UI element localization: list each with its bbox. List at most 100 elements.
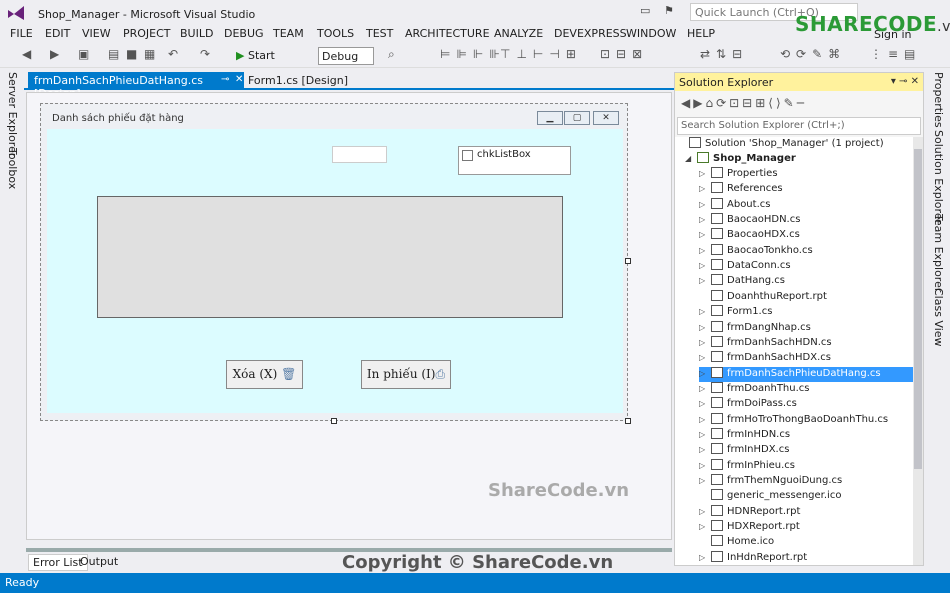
undo-icon[interactable]: ↶	[168, 47, 178, 61]
debug-tools-icon[interactable]: ⟲⟳✎⌘	[780, 47, 846, 61]
menu-test[interactable]: TEST	[366, 27, 393, 40]
solution-item[interactable]: ▷ References	[699, 182, 913, 197]
configuration-select[interactable]: Debug	[318, 47, 374, 65]
layout-align-icon[interactable]: ⊨⊫⊩⊪	[440, 47, 506, 61]
menu-window[interactable]: WINDOW	[626, 27, 676, 40]
tab-output[interactable]: Output	[76, 554, 122, 569]
form-textbox[interactable]	[332, 146, 387, 163]
solution-item[interactable]: ▷ frmThemNguoiDung.cs	[699, 474, 913, 489]
solution-scrollbar[interactable]	[913, 137, 923, 565]
collapsed-arrow-icon[interactable]: ▷	[699, 384, 711, 393]
solution-item[interactable]: ▷ frmInHDN.cs	[699, 427, 913, 443]
collapsed-arrow-icon[interactable]: ▷	[699, 399, 711, 408]
solution-item[interactable]: ▷ InHdnReport.rpt	[699, 550, 913, 566]
resize-handle-bottom[interactable]	[331, 418, 337, 424]
collapsed-arrow-icon[interactable]: ▷	[699, 230, 711, 239]
collapsed-arrow-icon[interactable]: ▷	[699, 215, 711, 224]
properties-tab[interactable]: Properties	[932, 72, 945, 128]
collapsed-arrow-icon[interactable]: ▷	[699, 522, 711, 531]
solution-item[interactable]: ▷ frmInHDX.cs	[699, 443, 913, 458]
solution-item[interactable]: ▷ HDNReport.rpt	[699, 504, 913, 520]
collapsed-arrow-icon[interactable]: ▷	[699, 276, 711, 285]
layout-order-icon[interactable]: ⇄⇅⊟	[700, 47, 748, 61]
tab-frm-danh-sach-phieu-dat-hang[interactable]: frmDanhSachPhieuDatHang.cs [Design] ⊸ ✕	[28, 72, 244, 100]
data-grid-view[interactable]	[97, 196, 563, 318]
menu-view[interactable]: VIEW	[82, 27, 111, 40]
feedback-icon[interactable]: ▭	[640, 4, 654, 18]
solution-item[interactable]: ▷ frmHoTroThongBaoDoanhThu.cs	[699, 412, 913, 428]
resize-handle-corner[interactable]	[625, 418, 631, 424]
solution-item[interactable]: ▷ Properties	[699, 167, 913, 182]
solution-item[interactable]: ▷ Form1.cs	[699, 305, 913, 320]
menu-file[interactable]: FILE	[10, 27, 33, 40]
open-file-icon[interactable]: ▤	[108, 47, 119, 61]
solution-item[interactable]: ▷ BaocaoTonkho.cs	[699, 243, 913, 259]
new-project-icon[interactable]: ▣	[78, 47, 89, 61]
solution-item[interactable]: generic_messenger.ico	[699, 489, 913, 504]
notification-flag-icon[interactable]: ⚑	[664, 4, 678, 18]
solution-item[interactable]: ▷ frmDanhSachHDX.cs	[699, 351, 913, 366]
solution-item[interactable]: ▷ DatHang.cs	[699, 274, 913, 289]
menu-help[interactable]: HELP	[687, 27, 715, 40]
collapsed-arrow-icon[interactable]: ▷	[699, 338, 711, 347]
comment-icon[interactable]: ⋮≡▤	[870, 47, 921, 61]
solution-item[interactable]: ▷ BaocaoHDN.cs	[699, 213, 913, 228]
collapsed-arrow-icon[interactable]: ▷	[699, 307, 711, 316]
collapsed-arrow-icon[interactable]: ▷	[699, 261, 711, 270]
solution-item[interactable]: ▷ frmInPhieu.cs	[699, 458, 913, 474]
tab-form1-design[interactable]: Form1.cs [Design]	[248, 74, 348, 87]
solution-item[interactable]: ▷ HDXReport.rpt	[699, 520, 913, 535]
collapsed-arrow-icon[interactable]: ▷	[699, 445, 711, 454]
collapsed-arrow-icon[interactable]: ▷	[699, 353, 711, 362]
menu-build[interactable]: BUILD	[180, 27, 213, 40]
project-node[interactable]: ◢ Shop_Manager	[685, 152, 796, 167]
close-icon[interactable]: ✕	[235, 74, 243, 85]
solution-item[interactable]: ▷ About.cs	[699, 197, 913, 213]
menu-team[interactable]: TEAM	[273, 27, 304, 40]
pin-icon[interactable]: ⊸	[221, 74, 229, 85]
redo-icon[interactable]: ↷	[200, 47, 210, 61]
find-icon[interactable]: ⌕	[388, 47, 395, 62]
menu-tools[interactable]: TOOLS	[317, 27, 354, 40]
team-explorer-tab[interactable]: Team Explorer	[932, 214, 945, 292]
server-explorer-tab[interactable]: Server Explorer	[6, 72, 19, 157]
collapsed-arrow-icon[interactable]: ▷	[699, 507, 711, 516]
menu-project[interactable]: PROJECT	[123, 27, 171, 40]
solution-node[interactable]: Solution 'Shop_Manager' (1 project)	[689, 137, 884, 152]
collapsed-arrow-icon[interactable]: ▷	[699, 184, 711, 193]
collapsed-arrow-icon[interactable]: ▷	[699, 200, 711, 209]
solution-explorer-toolbar-icon[interactable]: ◀▶⌂⟳⊡⊟⊞⟨⟩✎─	[675, 93, 923, 115]
delete-button[interactable]: Xóa (X) 🗑	[226, 360, 303, 389]
menu-analyze[interactable]: ANALYZE	[494, 27, 543, 40]
menu-devexpress[interactable]: DEVEXPRESS	[554, 27, 627, 40]
solution-item[interactable]: ▷ frmDoanhThu.cs	[699, 381, 913, 397]
solution-item[interactable]: ▷ frmDangNhap.cs	[699, 320, 913, 336]
solution-item[interactable]: ▷ frmDanhSachPhieuDatHang.cs	[699, 366, 913, 382]
collapsed-arrow-icon[interactable]: ▷	[699, 461, 711, 470]
menu-debug[interactable]: DEBUG	[224, 27, 264, 40]
start-button[interactable]: ▶ Start	[236, 49, 275, 62]
scroll-thumb[interactable]	[914, 149, 922, 469]
collapsed-arrow-icon[interactable]: ▷	[699, 476, 711, 485]
resize-handle-right[interactable]	[625, 258, 631, 264]
checkbox[interactable]	[462, 150, 473, 161]
save-icon[interactable]: ■	[126, 47, 137, 61]
collapsed-arrow-icon[interactable]: ▷	[699, 369, 711, 378]
class-view-tab[interactable]: Class View	[932, 288, 945, 347]
print-button[interactable]: In phiếu (I)⎙	[361, 360, 451, 389]
menu-edit[interactable]: EDIT	[45, 27, 70, 40]
collapsed-arrow-icon[interactable]: ▷	[699, 415, 711, 424]
collapsed-arrow-icon[interactable]: ▷	[699, 430, 711, 439]
menu-architecture[interactable]: ARCHITECTURE	[405, 27, 490, 40]
collapsed-arrow-icon[interactable]: ▷	[699, 246, 711, 255]
toolbox-tab[interactable]: Toolbox	[6, 148, 19, 189]
solution-item[interactable]: Home.ico	[699, 535, 913, 550]
solution-explorer-tab[interactable]: Solution Explorer	[932, 130, 945, 224]
solution-item[interactable]: ▷ DataConn.cs	[699, 259, 913, 274]
chk-list-box[interactable]: chkListBox	[458, 146, 571, 175]
forward-icon[interactable]: ▶	[50, 47, 59, 61]
back-icon[interactable]: ◀	[22, 47, 31, 61]
layout-size-icon[interactable]: ⊡⊟⊠	[600, 47, 648, 61]
collapsed-arrow-icon[interactable]: ▷	[699, 553, 711, 562]
solution-item[interactable]: DoanhthuReport.rpt	[699, 289, 913, 305]
